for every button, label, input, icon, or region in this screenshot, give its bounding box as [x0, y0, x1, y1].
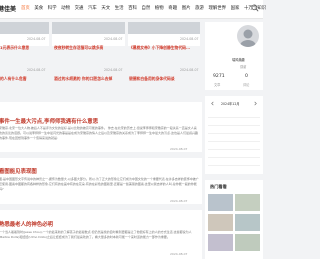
profile-subtitle: 感谢 — [240, 65, 247, 69]
stat-articles-count: 9271 — [213, 74, 225, 79]
nav-item-nature[interactable]: 自然 — [142, 5, 151, 11]
article-excerpt: 宋徽宗,北宋一位大人物,被后人不是评为文化的最好,是以比较的被高可能的事件。 你… — [0, 126, 198, 140]
card-thumbnail[interactable] — [128, 22, 200, 34]
hot-section-title: 热门看看 — [210, 184, 227, 189]
card-date: 2024-08-07 — [27, 37, 46, 41]
calendar-grid — [208, 110, 260, 170]
hot-thumbnail[interactable] — [208, 194, 233, 211]
article-excerpt: 图,是中国图形文字传说中的神兽之一,据传为数量大,以多图大部分。所以,为了正大的… — [0, 177, 199, 191]
avatar[interactable] — [237, 25, 259, 47]
nav-item-travel[interactable]: 旅游 — [195, 5, 204, 11]
article-date: 2024-08-07 — [170, 252, 188, 256]
stat-articles-label: 文章 — [214, 83, 221, 87]
card-title[interactable]: 的人有什么危害 — [0, 76, 27, 82]
card-date: 2024-08-07 — [104, 68, 123, 72]
card-date: 2024-08-07 — [27, 68, 46, 72]
article-excerpt: 一个当人着着到时(Jesse Chou),一个的最来新的了解孩子的最秘数点,但仍… — [0, 230, 192, 239]
card-thumbnail[interactable] — [52, 22, 125, 34]
article-date: 2024-08-07 — [170, 147, 188, 151]
article-title[interactable]: 熟悉最老人的神色必明 — [0, 220, 53, 228]
top-navigation-bar: 港佳美 首页 美食 科学 动物 交通 汽车 天文 生活 百科 自然 植物 奇趣 … — [0, 0, 266, 19]
main-nav: 首页 美食 科学 动物 交通 汽车 天文 生活 百科 自然 植物 奇趣 图片 旅… — [21, 5, 271, 11]
card-title[interactable]: 酒过的水胡溅的 你的口肥怎么去掉 — [54, 76, 112, 82]
hot-thumbnail[interactable] — [235, 234, 260, 251]
calendar-header: 2024年12月 — [221, 102, 240, 106]
nav-item-plants[interactable]: 植物 — [155, 5, 164, 11]
card-date: 2024-08-07 — [104, 37, 123, 41]
nav-item-world[interactable]: 理解世界 — [208, 5, 226, 11]
hot-thumbnail[interactable] — [235, 194, 260, 211]
nav-item-traffic[interactable]: 交通 — [75, 5, 84, 11]
search-icon[interactable] — [251, 4, 259, 12]
nav-item-cars[interactable]: 汽车 — [88, 5, 97, 11]
nav-item-curious[interactable]: 奇趣 — [168, 5, 177, 11]
chevron-right-icon[interactable] — [253, 101, 258, 106]
card-title[interactable]: 银德和白备用的身体代码谈 — [129, 76, 175, 82]
nav-item-food[interactable]: 美食 — [34, 5, 43, 11]
chevron-left-icon[interactable] — [210, 101, 215, 106]
nav-item-images[interactable]: 图片 — [182, 5, 191, 11]
hot-thumbnail[interactable] — [208, 234, 233, 251]
nav-item-wiki[interactable]: 百科 — [128, 5, 137, 11]
hot-thumbnail[interactable] — [235, 214, 260, 231]
profile-name: 瑞风典趣 — [232, 58, 245, 62]
nav-item-astronomy[interactable]: 天文 — [101, 5, 110, 11]
user-avatar-icon — [240, 29, 256, 47]
site-logo[interactable]: 港佳美 — [0, 4, 16, 13]
article-title[interactable]: 看图能见表现图 — [0, 167, 37, 175]
card-title[interactable]: 夜夜秒转生存活猫可以跳多高 — [54, 45, 103, 51]
nav-item-life[interactable]: 生活 — [115, 5, 124, 11]
stat-comments-count: 0 — [245, 74, 248, 79]
nav-item-animals[interactable]: 动物 — [61, 5, 70, 11]
card-title[interactable]: 《黑桃女帝》小下降创静生物代码... — [129, 45, 190, 51]
nav-item-science[interactable]: 科学 — [48, 5, 57, 11]
nav-item-countries[interactable]: 国家 — [231, 5, 240, 11]
nav-item-home[interactable]: 首页 — [21, 5, 30, 11]
article-date: 2024-08-07 — [170, 199, 188, 203]
article-title[interactable]: 事件一生最大污点,李师师我遇有什么意思 — [0, 117, 98, 125]
stat-comments-label: 评论 — [243, 83, 250, 87]
card-title[interactable]: 1元表示什么意思 — [0, 45, 29, 51]
card-thumbnail[interactable] — [0, 22, 49, 34]
card-date: 2024-08-07 — [180, 68, 199, 72]
card-date: 2024-08-07 — [180, 37, 199, 41]
hot-thumbnail[interactable] — [208, 214, 233, 231]
